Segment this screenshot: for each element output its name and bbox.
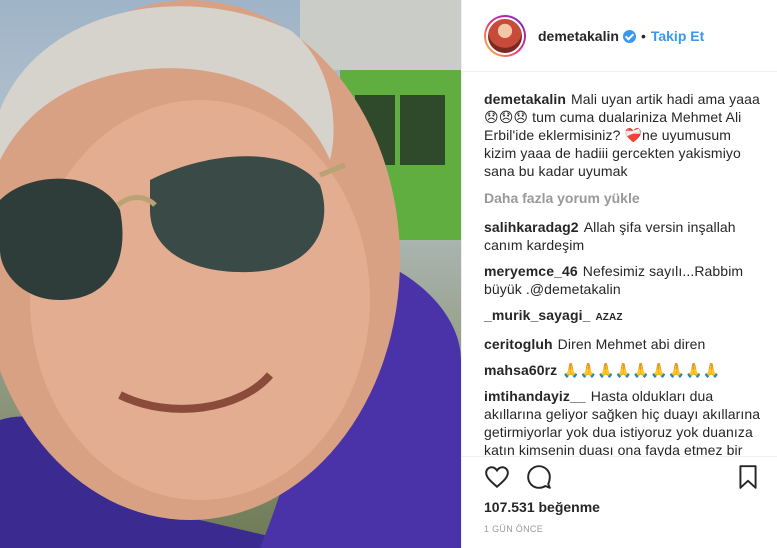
comment: imtihandayiz__ Hasta oldukları dua akılla… [484,387,761,456]
avatar[interactable] [484,14,526,57]
separator-dot: • [640,27,646,44]
comment-username[interactable]: ceritogluh [484,336,553,352]
comment: salihkaradag2 Allah şifa versin inşallah … [484,218,761,254]
bookmark-icon[interactable] [735,464,761,490]
caption: demetakalin Mali uyan artik hadi ama yaaa… [484,90,761,180]
comment: _murik_sayagi_ AZAZ [484,306,761,327]
follow-button[interactable]: Takip Et [651,28,704,44]
comment-text: Diren Mehmet abi diren [557,336,706,352]
post-photo[interactable] [0,0,461,548]
instagram-post: demetakalin • Takip Et demetakalin Mali u… [0,0,777,548]
comment-text: AZAZ [595,312,623,323]
verified-badge-icon [622,30,636,43]
comment: mahsa60rz 🙏🙏🙏🙏🙏🙏🙏🙏🙏 [484,361,761,379]
comment-username[interactable]: mahsa60rz [484,362,557,378]
comment: meryemce_46 Nefesimiz sayılı...Rabbim büy… [484,262,761,298]
post-timestamp[interactable]: 1 GÜN ÖNCE [484,524,543,534]
photo-illustration [0,0,461,548]
likes-number: 107.531 [484,499,535,515]
caption-username[interactable]: demetakalin [484,91,566,107]
comment: ceritogluh Diren Mehmet abi diren [484,335,761,353]
comment-username[interactable]: imtihandayiz__ [484,388,586,404]
comment-icon[interactable] [526,464,552,490]
comments-list[interactable]: demetakalin Mali uyan artik hadi ama yaaa… [462,73,777,456]
post-header: demetakalin • Takip Et [462,0,777,72]
likes-suffix: beğenme [538,499,600,515]
load-more-comments-button[interactable]: Daha fazla yorum yükle [484,189,761,207]
comment-text: 🙏🙏🙏🙏🙏🙏🙏🙏🙏 [562,362,721,378]
comment-username[interactable]: salihkaradag2 [484,219,579,235]
likes-count[interactable]: 107.531 beğenme [484,499,600,515]
comment-username[interactable]: meryemce_46 [484,263,578,279]
comment-username[interactable]: _murik_sayagi_ [484,307,590,323]
header-username[interactable]: demetakalin [538,28,619,44]
action-bar [462,456,777,496]
post-sidebar: demetakalin • Takip Et demetakalin Mali u… [461,0,777,548]
heart-icon[interactable] [484,464,510,490]
